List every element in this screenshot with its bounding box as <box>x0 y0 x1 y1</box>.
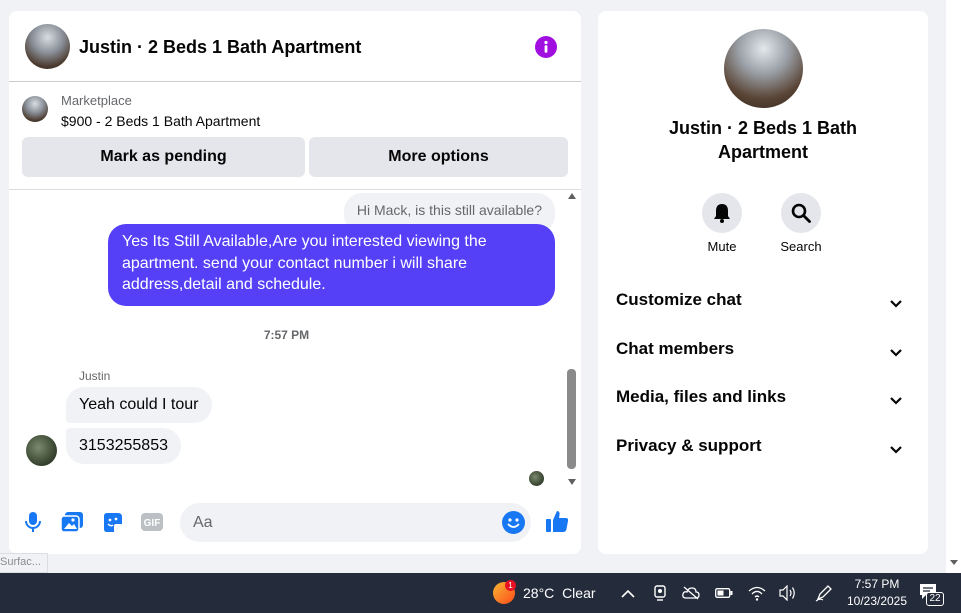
message-scrollbar[interactable] <box>566 193 578 485</box>
sticker-icon[interactable] <box>101 511 123 533</box>
scroll-thumb[interactable] <box>567 369 576 469</box>
chevron-up-icon[interactable] <box>619 584 637 602</box>
scroll-down-arrow-icon[interactable] <box>568 479 576 485</box>
microphone-icon[interactable] <box>22 511 44 533</box>
camera-icon[interactable] <box>651 584 669 602</box>
conversation-title[interactable]: Justin · 2 Beds 1 Bath Apartment <box>79 37 361 58</box>
info-avatar[interactable] <box>724 29 803 108</box>
chat-header: Justin · 2 Beds 1 Bath Apartment <box>9 11 581 82</box>
svg-text:GIF: GIF <box>144 518 161 529</box>
chevron-down-icon <box>890 344 902 362</box>
chevron-down-icon <box>890 392 902 410</box>
section-customize-chat[interactable]: Customize chat <box>616 290 916 322</box>
section-label: Customize chat <box>616 290 742 309</box>
incoming-message-bubble[interactable]: Yeah could I tour <box>66 387 212 423</box>
incoming-message-bubble[interactable]: 3153255853 <box>66 428 181 464</box>
search-button[interactable]: Search <box>771 193 831 254</box>
marketplace-listing[interactable]: Marketplace $900 - 2 Beds 1 Bath Apartme… <box>9 83 581 133</box>
weather-temp: 28°C <box>523 585 555 601</box>
window-scrollbar[interactable] <box>946 0 961 573</box>
message-composer: GIF <box>9 499 581 547</box>
battery-icon[interactable] <box>715 584 733 602</box>
window-scroll-down-icon[interactable] <box>950 560 958 565</box>
system-clock[interactable]: 7:57 PM 10/23/2025 <box>842 576 912 610</box>
weather-condition: Clear <box>562 585 596 601</box>
clock-date: 10/23/2025 <box>846 594 908 608</box>
section-privacy-support[interactable]: Privacy & support <box>616 436 916 468</box>
listing-price-title: $900 - 2 Beds 1 Bath Apartment <box>61 113 261 129</box>
outgoing-message-bubble[interactable]: Yes Its Still Available,Are you interest… <box>108 224 555 306</box>
conversation-avatar[interactable] <box>25 24 70 69</box>
sender-name: Justin <box>79 369 111 383</box>
chat-panel: Justin · 2 Beds 1 Bath Apartment Marketp… <box>9 11 581 554</box>
pen-icon[interactable] <box>815 584 833 602</box>
listing-source: Marketplace <box>61 93 132 108</box>
taskbar: 1 28°C Clear 7:57 PM 10/23/2025 22 <box>0 573 961 613</box>
read-receipt-avatar <box>529 471 544 486</box>
info-icon[interactable] <box>535 36 557 58</box>
mute-label: Mute <box>707 239 737 254</box>
sender-avatar[interactable] <box>26 435 57 466</box>
emoji-icon[interactable] <box>502 511 525 534</box>
mute-button[interactable]: Mute <box>692 193 752 254</box>
mark-as-pending-button[interactable]: Mark as pending <box>22 137 305 177</box>
section-label: Media, files and links <box>616 387 787 406</box>
section-chat-members[interactable]: Chat members <box>616 339 916 371</box>
bell-icon[interactable] <box>702 193 742 233</box>
weather-widget[interactable]: 28°C Clear <box>523 585 596 601</box>
scroll-up-arrow-icon[interactable] <box>568 193 576 199</box>
search-icon[interactable] <box>781 193 821 233</box>
weather-badge: 1 <box>505 580 516 591</box>
photo-icon[interactable] <box>61 511 83 533</box>
chevron-down-icon <box>890 295 902 313</box>
gif-icon[interactable]: GIF <box>141 511 163 533</box>
listing-thumbnail <box>22 96 48 122</box>
more-options-button[interactable]: More options <box>309 137 568 177</box>
conversation-info-panel: Justin · 2 Beds 1 Bath Apartment Mute Se… <box>598 11 928 554</box>
network-icon[interactable] <box>748 584 766 602</box>
volume-icon[interactable] <box>779 584 797 602</box>
notification-count: 22 <box>926 592 944 606</box>
chevron-down-icon <box>890 441 902 459</box>
cloud-off-icon[interactable] <box>682 584 700 602</box>
section-label: Chat members <box>616 339 735 358</box>
message-input[interactable] <box>180 503 531 542</box>
info-conversation-name: Justin · 2 Beds 1 Bath Apartment <box>668 118 858 162</box>
status-hint: Surfac... <box>0 553 48 573</box>
section-media-files-links[interactable]: Media, files and links <box>616 387 916 419</box>
thumbs-up-icon[interactable] <box>545 509 569 533</box>
section-label: Privacy & support <box>616 436 762 455</box>
search-label: Search <box>780 239 822 254</box>
clock-time: 7:57 PM <box>854 577 900 591</box>
message-timestamp: 7:57 PM <box>263 328 310 342</box>
